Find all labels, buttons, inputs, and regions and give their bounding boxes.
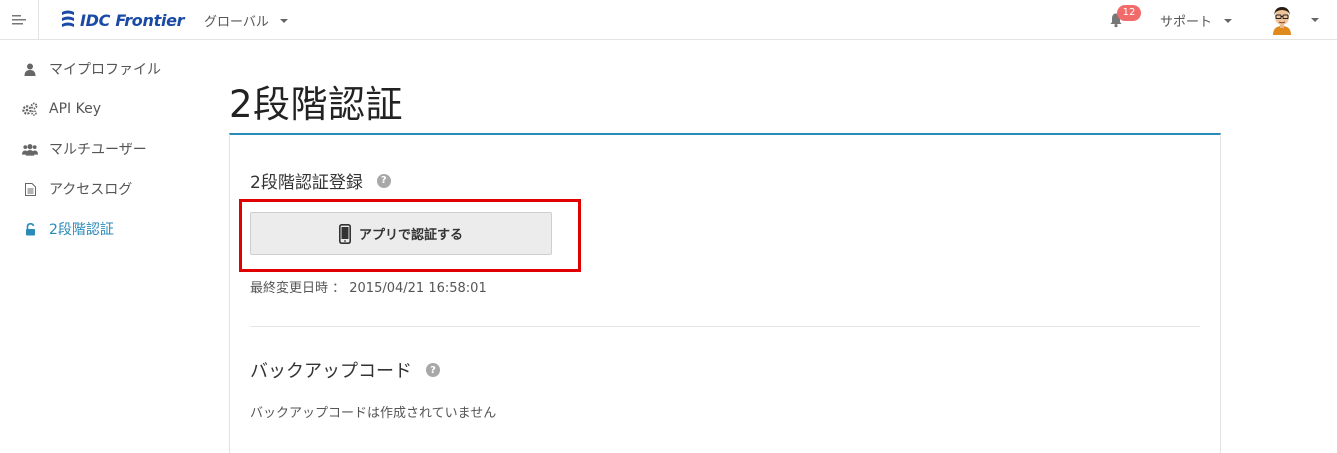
hamburger-icon [12,14,26,24]
sidebar-item-my-profile[interactable]: マイプロファイル [22,59,161,79]
sidebar-item-label: マルチユーザー [49,142,147,158]
logo-text: IDC Frontier [80,10,185,30]
sidebar-item-label: API Key [49,101,101,117]
registration-title-text: 2段階認証登録 [250,173,363,193]
logo-mark-icon [62,10,74,27]
section-divider [250,326,1200,327]
authenticate-button-label: アプリで認証する [358,228,463,243]
sidebar-item-access-log[interactable]: アクセスログ [22,179,132,199]
user-menu[interactable] [1268,4,1319,36]
gears-icon [22,101,38,117]
question-circle-icon[interactable]: ? [426,363,440,377]
sidebar-item-label: マイプロファイル [49,62,161,78]
region-label: グローバル [204,15,269,30]
backup-title-text: バックアップコード [250,361,412,382]
sidebar-item-label: 2段階認証 [49,222,114,238]
sidebar-item-two-factor-auth[interactable]: 2段階認証 [22,219,114,239]
sidebar-item-label: アクセスログ [49,182,133,198]
unlock-icon [22,221,38,237]
mobile-phone-icon [338,223,351,244]
backup-status-text: バックアップコードは作成されていません [250,406,497,421]
backup-section-title: バックアップコード ? [250,357,440,383]
menu-toggle-button[interactable] [0,0,39,39]
sidebar-item-api-key[interactable]: API Key [22,99,101,119]
question-circle-icon[interactable]: ? [376,173,391,188]
chevron-down-icon [1224,18,1233,23]
chevron-down-icon [1311,18,1319,22]
notification-badge: 12 [1117,5,1141,21]
sidebar-item-multi-user[interactable]: マルチユーザー [22,139,147,159]
top-header: IDC Frontier グローバル 12 サポート [0,0,1337,40]
avatar [1273,7,1291,35]
page-title: 2段階認証 [229,83,404,126]
registration-section-title: 2段階認証登録 ? [250,168,391,193]
region-dropdown[interactable]: グローバル [204,11,288,30]
user-icon [22,61,38,77]
logo[interactable]: IDC Frontier [60,8,185,32]
support-dropdown[interactable]: サポート [1160,11,1233,30]
support-label: サポート [1160,15,1213,30]
chevron-down-icon [279,18,288,23]
authenticate-with-app-button[interactable]: アプリで認証する [250,212,552,255]
users-icon [22,141,38,157]
last-modified-text: 最終変更日時 ： 2015/04/21 16:58:01 [250,281,487,296]
document-icon [22,181,38,197]
